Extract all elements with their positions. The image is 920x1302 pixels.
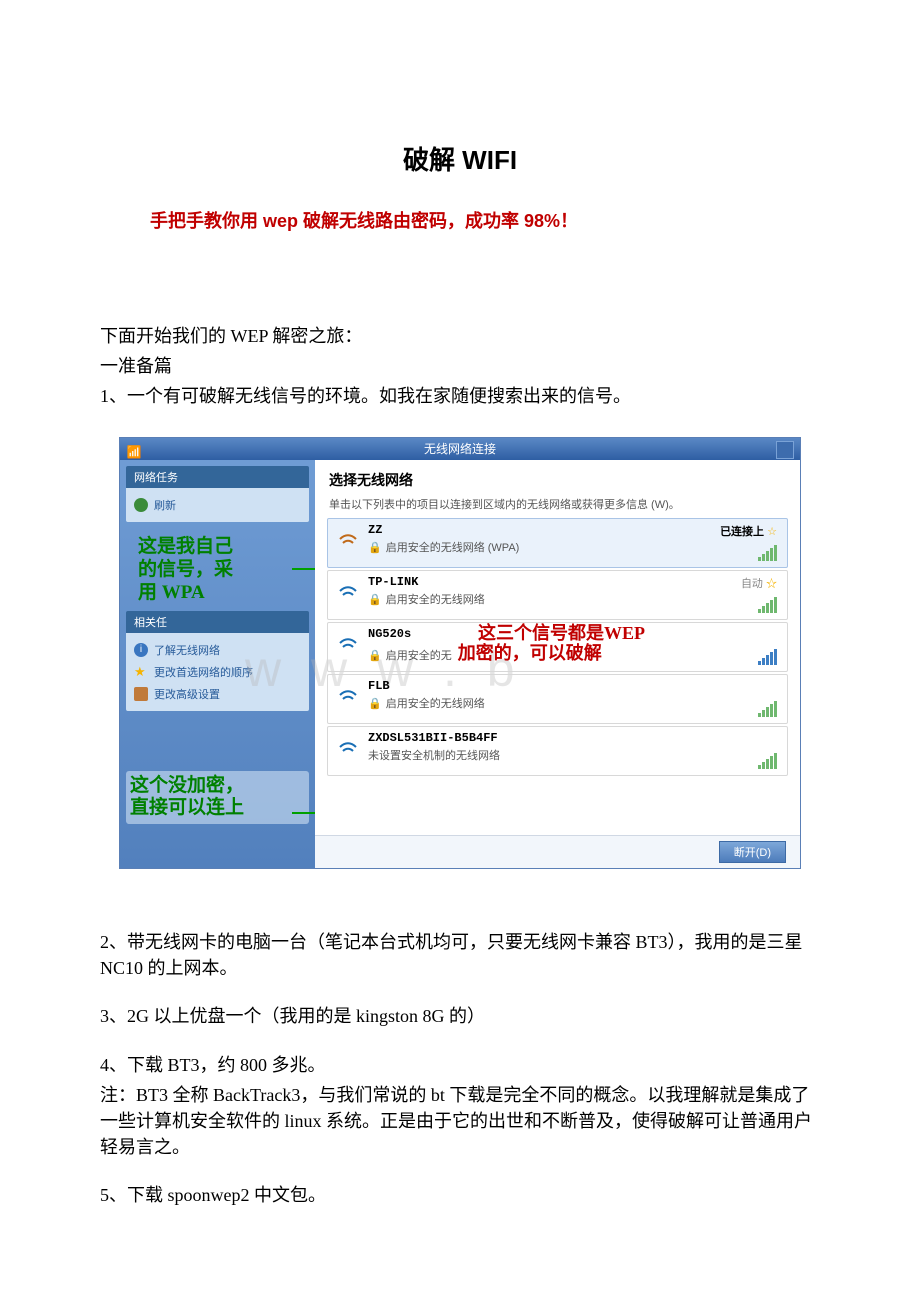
- info-icon: i: [134, 643, 148, 657]
- lock-icon: 🔒: [368, 594, 382, 606]
- status-connected: 已连接上 ☆: [720, 523, 777, 539]
- close-icon[interactable]: [776, 441, 794, 459]
- sidebar-advanced-link[interactable]: 更改高级设置: [134, 683, 301, 705]
- network-list: ZZ 已连接上 ☆ 🔒启用安全的无线网络 (WPA) TP-LINK 自动 ☆ …: [315, 518, 800, 835]
- item-4-line-1: 4、下载 BT3，约 800 多兆。: [100, 1052, 820, 1078]
- antenna-icon: [334, 733, 362, 765]
- network-item[interactable]: ZZ 已连接上 ☆ 🔒启用安全的无线网络 (WPA): [327, 518, 788, 568]
- favorite-star-icon: ☆: [766, 578, 777, 590]
- item-2: 2、带无线网卡的电脑一台（笔记本台式机均可，只要无线网卡兼容 BT3），我用的是…: [100, 929, 820, 981]
- ssid-label: TP-LINK: [368, 575, 779, 589]
- window-titlebar: 📶 无线网络连接: [120, 438, 800, 460]
- signal-bars-icon: [758, 597, 777, 613]
- annotation-open-network: 这个没加密， 直接可以连上: [126, 771, 309, 825]
- ssid-label: ZZ: [368, 523, 779, 537]
- item-5: 5、下载 spoonwep2 中文包。: [100, 1182, 820, 1208]
- antenna-icon: [334, 681, 362, 713]
- lock-icon: 🔒: [368, 542, 382, 554]
- signal-bars-icon: [758, 701, 777, 717]
- sidebar-learn-link[interactable]: i了解无线网络: [134, 639, 301, 661]
- security-label: 🔒启用安全的无线网络 (WPA): [368, 539, 779, 555]
- antenna-icon: [334, 525, 362, 557]
- page-title: 破解 WIFI: [100, 140, 820, 177]
- sidebar-refresh[interactable]: 刷新: [134, 494, 301, 516]
- embedded-screenshot: 📶 无线网络连接 网络任务 刷新 这是我自己 的信号，采 用 WPA: [119, 437, 801, 869]
- security-label: 🔒启用安全的无线网络: [368, 591, 779, 607]
- sidebar-related-head: 相关任: [126, 611, 309, 633]
- sidebar-tasks-head: 网络任务: [126, 466, 309, 488]
- item-4-line-2: 注：BT3 全称 BackTrack3，与我们常说的 bt 下载是完全不同的概念…: [100, 1082, 820, 1160]
- lock-icon: 🔒: [368, 650, 382, 662]
- sidebar-reorder-link[interactable]: ★更改首选网络的顺序: [134, 661, 301, 683]
- annotation-own-signal: 这是我自己 的信号，采 用 WPA: [138, 536, 309, 604]
- disconnect-button[interactable]: 断开(D): [719, 841, 786, 863]
- intro-line-1: 下面开始我们的 WEP 解密之旅：: [100, 323, 820, 349]
- annotation-wep-line-1: 这三个信号都是WEP: [478, 623, 645, 644]
- ssid-label: ZXDSL531BII-B5B4FF: [368, 731, 779, 745]
- annotation-wep-line-2: 加密的，可以破解: [458, 643, 602, 663]
- intro-line-2: 一准备篇: [100, 353, 820, 379]
- network-item[interactable]: FLB 🔒启用安全的无线网络: [327, 674, 788, 724]
- security-label: 未设置安全机制的无线网络: [368, 747, 779, 763]
- page-subtitle: 手把手教你用 wep 破解无线路由密码，成功率 98%！: [100, 207, 820, 233]
- antenna-icon: [334, 629, 362, 661]
- main-panel: w w w . b 选择无线网络 单击以下列表中的项目以连接到区域内的无线网络或…: [315, 460, 800, 868]
- security-label: 🔒启用安全的无加密的，可以破解: [368, 643, 779, 664]
- antenna-icon: [334, 577, 362, 609]
- favorite-star-icon: ☆: [767, 526, 777, 538]
- refresh-icon: [134, 498, 148, 512]
- lock-icon: 🔒: [368, 698, 382, 710]
- sidebar: 网络任务 刷新 这是我自己 的信号，采 用 WPA 相关任 i了解无线网络 ★更…: [120, 460, 315, 868]
- item-3: 3、2G 以上优盘一个（我用的是 kingston 8G 的）: [100, 1003, 820, 1029]
- signal-bars-icon: [758, 753, 777, 769]
- dialog-footer: 断开(D): [315, 835, 800, 868]
- intro-line-3: 1、一个有可破解无线信号的环境。如我在家随便搜索出来的信号。: [100, 383, 820, 409]
- network-item[interactable]: TP-LINK 自动 ☆ 🔒启用安全的无线网络: [327, 570, 788, 620]
- network-item[interactable]: ZXDSL531BII-B5B4FF 未设置安全机制的无线网络: [327, 726, 788, 776]
- main-heading: 选择无线网络: [329, 470, 786, 490]
- network-item[interactable]: NG520s 🔒启用安全的无加密的，可以破解 这三个信号都是WEP: [327, 622, 788, 672]
- security-label: 🔒启用安全的无线网络: [368, 695, 779, 711]
- wrench-icon: [134, 687, 148, 701]
- window-title: 无线网络连接: [424, 442, 496, 456]
- signal-bars-icon: [758, 649, 777, 665]
- main-subtext: 单击以下列表中的项目以连接到区域内的无线网络或获得更多信息 (W)。: [329, 496, 786, 512]
- status-auto: 自动 ☆: [741, 575, 777, 591]
- ssid-label: FLB: [368, 679, 779, 693]
- star-icon: ★: [134, 665, 148, 679]
- wifi-systray-icon: 📶: [126, 441, 142, 457]
- signal-bars-icon: [758, 545, 777, 561]
